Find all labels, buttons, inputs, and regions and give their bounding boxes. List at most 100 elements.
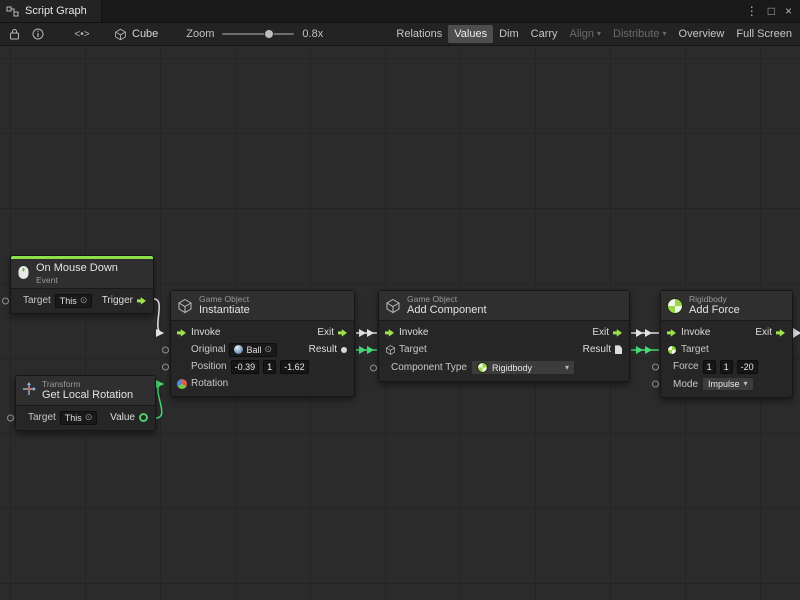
rotation-input-port[interactable] <box>177 379 187 389</box>
force-z-field[interactable]: -20 <box>737 360 758 374</box>
force-x-field[interactable]: 1 <box>703 360 716 374</box>
node-row: Target This ⊙ Trigger <box>11 292 153 309</box>
node-row: Mode Impulse ▾ <box>661 375 792 393</box>
component-type-dropdown[interactable]: Rigidbody ▾ <box>471 360 575 375</box>
mode-input-port[interactable] <box>652 381 659 388</box>
component-type-input-port[interactable] <box>370 364 377 371</box>
node-row: Invoke Exit <box>379 324 629 341</box>
position-z-field[interactable]: -1.62 <box>280 360 309 374</box>
target-input-port[interactable] <box>2 297 9 304</box>
zoom-slider-knob[interactable] <box>264 29 274 39</box>
ball-object-chip[interactable]: Ball ⊙ <box>229 343 277 357</box>
node-row: Original Ball ⊙ Result <box>171 341 354 358</box>
result-output-port[interactable] <box>341 347 347 353</box>
node-row: Invoke Exit <box>171 324 354 341</box>
node-row: Target Result <box>379 341 629 358</box>
this-object-chip[interactable]: This ⊙ <box>55 294 93 308</box>
value-output-port[interactable] <box>139 413 148 422</box>
dropdown-caret-icon: ▾ <box>663 30 667 38</box>
node-category: Game Object <box>407 294 487 304</box>
node-title: Add Force <box>689 304 740 317</box>
toolbar-button-fullscreen[interactable]: Full Screen <box>730 25 798 43</box>
maximize-icon[interactable]: □ <box>768 4 775 18</box>
node-instantiate[interactable]: Game Object Instantiate Invoke Exit Orig… <box>170 290 355 397</box>
node-category: Transform <box>42 379 133 389</box>
node-row: Invoke Exit <box>661 324 792 341</box>
zoom-slider[interactable] <box>222 33 294 35</box>
toolbar-button-align[interactable]: Align ▾ <box>564 25 607 43</box>
toolbar-button-carry[interactable]: Carry <box>525 25 564 43</box>
trigger-output-port[interactable] <box>137 296 146 305</box>
zoom-value: 0.8x <box>302 28 323 40</box>
transform-icon <box>22 382 36 399</box>
invoke-input-port[interactable] <box>385 328 394 337</box>
graph-target-button[interactable]: Cube <box>108 26 164 43</box>
node-row: Force 1 1 -20 <box>661 358 792 375</box>
script-graph-window: Script Graph ⋮ □ × <•> <box>0 0 800 600</box>
gameobject-type-icon[interactable] <box>385 344 396 355</box>
graph-toolbar: <•> Cube Zoom 0.8x Relations <box>0 22 800 46</box>
tab-script-graph[interactable]: Script Graph <box>0 0 102 22</box>
title-bar: Script Graph ⋮ □ × <box>0 0 800 22</box>
node-header: Game Object Instantiate <box>171 291 354 321</box>
toolbar-button-overview[interactable]: Overview <box>673 25 731 43</box>
force-input-port[interactable] <box>652 363 659 370</box>
node-row: Position -0.39 1 -1.62 <box>171 358 354 375</box>
this-object-chip[interactable]: This ⊙ <box>60 411 98 425</box>
ports-icon[interactable]: <•> <box>72 24 92 44</box>
target-input-port[interactable] <box>7 414 14 421</box>
position-y-field[interactable]: 1 <box>263 360 276 374</box>
node-get-local-rotation[interactable]: Transform Get Local Rotation Target This… <box>15 375 156 431</box>
node-title: Add Component <box>407 304 487 317</box>
position-x-field[interactable]: -0.39 <box>231 360 260 374</box>
node-add-force[interactable]: Rigidbody Add Force Invoke Exit Target F… <box>660 290 793 398</box>
node-row: Target This ⊙ Value <box>16 409 155 426</box>
original-input-port[interactable] <box>162 346 169 353</box>
force-mode-dropdown[interactable]: Impulse ▾ <box>702 377 754 391</box>
object-picker-icon: ⊙ <box>80 296 88 305</box>
node-header: On Mouse Down Event <box>11 259 153 289</box>
object-picker-icon: ⊙ <box>264 345 272 354</box>
mouse-icon <box>17 265 30 283</box>
cube-icon <box>177 298 193 314</box>
rigidbody-icon <box>477 362 488 373</box>
toolbar-button-relations[interactable]: Relations <box>390 25 448 43</box>
toolbar-button-dim[interactable]: Dim <box>493 25 525 43</box>
node-header: Rigidbody Add Force <box>661 291 792 321</box>
exit-output-port[interactable] <box>776 328 785 337</box>
position-input-port[interactable] <box>162 363 169 370</box>
node-header: Transform Get Local Rotation <box>16 376 155 406</box>
node-category: Rigidbody <box>689 294 740 304</box>
node-title: On Mouse Down <box>36 262 118 275</box>
node-add-component[interactable]: Game Object Add Component Invoke Exit <box>378 290 630 382</box>
dropdown-caret-icon: ▾ <box>597 30 601 38</box>
node-title: Get Local Rotation <box>42 389 133 402</box>
dropdown-caret-icon: ▾ <box>565 364 569 372</box>
lock-icon[interactable] <box>4 24 24 44</box>
node-row: Target <box>661 341 792 358</box>
exit-output-port[interactable] <box>338 328 347 337</box>
invoke-input-port[interactable] <box>667 328 676 337</box>
node-header: Game Object Add Component <box>379 291 629 321</box>
tab-title: Script Graph <box>25 5 87 17</box>
graph-target-label: Cube <box>132 28 158 40</box>
exit-output-port[interactable] <box>613 328 622 337</box>
window-menu-icon[interactable]: ⋮ <box>746 4 758 18</box>
info-icon[interactable] <box>28 24 48 44</box>
node-on-mouse-down[interactable]: On Mouse Down Event Target This ⊙ Trigge… <box>10 255 154 314</box>
object-picker-icon: ⊙ <box>85 413 93 422</box>
toolbar-button-distribute[interactable]: Distribute ▾ <box>607 25 672 43</box>
toolbar-button-values[interactable]: Values <box>448 25 493 43</box>
invoke-input-port[interactable] <box>177 328 186 337</box>
result-output-port[interactable] <box>615 345 622 354</box>
ball-icon <box>234 345 243 354</box>
node-subtitle: Event <box>36 275 118 285</box>
dropdown-caret-icon: ▾ <box>744 380 748 388</box>
rigidbody-type-icon[interactable] <box>667 345 677 355</box>
script-graph-icon <box>6 5 19 18</box>
force-y-field[interactable]: 1 <box>720 360 733 374</box>
node-row: Component Type Rigidbody ▾ <box>379 358 629 377</box>
cube-icon <box>385 298 401 314</box>
rigidbody-icon <box>667 298 683 314</box>
close-icon[interactable]: × <box>785 4 792 18</box>
